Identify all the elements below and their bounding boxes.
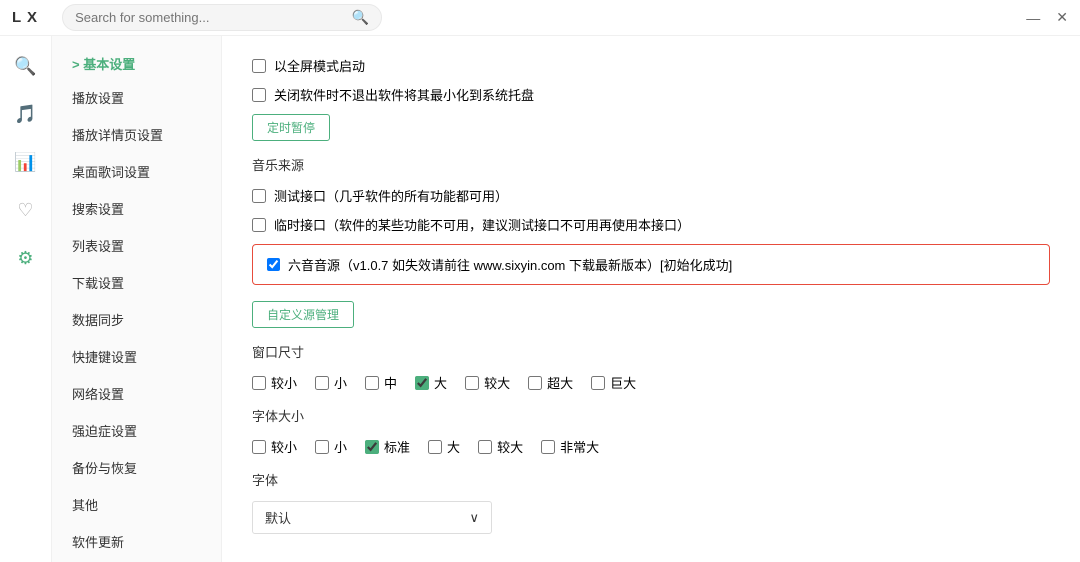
size-larger-label: 较大 [484,373,510,392]
source-sixyin-checkbox[interactable] [267,258,280,271]
font-size-group: 较小 小 标准 大 较大 非常大 [252,437,1050,456]
font-xlarge[interactable]: 非常大 [541,437,599,456]
nav-item-download[interactable]: 下载设置 [52,264,221,301]
nav-item-update[interactable]: 软件更新 [52,523,221,560]
font-large[interactable]: 大 [428,437,460,456]
size-smaller-label: 较小 [271,373,297,392]
font-smaller-label: 较小 [271,437,297,456]
size-xlarge[interactable]: 超大 [528,373,573,392]
fullscreen-row: 以全屏模式启动 [252,56,1050,75]
minimize-tray-label: 关闭软件时不退出软件将其最小化到系统托盘 [274,85,534,104]
timer-pause-button[interactable]: 定时暂停 [252,114,330,141]
size-smaller-checkbox[interactable] [252,376,266,390]
nav-item-playback[interactable]: 播放设置 [52,79,221,116]
source-temp-row: 临时接口（软件的某些功能不可用，建议测试接口不可用再使用本接口） [252,215,1050,234]
window-size-group: 较小 小 中 大 较大 超大 巨大 [252,373,1050,392]
font-large-label: 大 [447,437,460,456]
source-temp-checkbox[interactable] [252,218,266,232]
font-standard-label: 标准 [384,437,410,456]
font-xlarge-label: 非常大 [560,437,599,456]
chevron-down-icon: ∨ [469,510,479,526]
size-huge[interactable]: 巨大 [591,373,636,392]
sidebar-icon-music[interactable]: 🎵 [8,96,44,132]
main-layout: 🔍 🎵 📊 ♡ ⚙ > 基本设置 播放设置 播放详情页设置 桌面歌词设置 搜索设… [0,36,1080,562]
nav-item-desktop-lyrics[interactable]: 桌面歌词设置 [52,153,221,190]
source-test-checkbox[interactable] [252,189,266,203]
nav-item-ocd[interactable]: 强迫症设置 [52,412,221,449]
size-medium[interactable]: 中 [365,373,397,392]
search-icon[interactable]: 🔍 [352,9,369,26]
size-smaller[interactable]: 较小 [252,373,297,392]
search-input[interactable] [75,10,352,25]
font-small[interactable]: 小 [315,437,347,456]
size-larger-checkbox[interactable] [465,376,479,390]
section-fontsize-title: 字体大小 [252,406,1050,425]
app-logo: L X [12,9,38,26]
fullscreen-label: 以全屏模式启动 [274,56,365,75]
font-smaller-checkbox[interactable] [252,440,266,454]
size-huge-checkbox[interactable] [591,376,605,390]
font-larger[interactable]: 较大 [478,437,523,456]
font-select-row: 默认 ∨ [252,501,1050,534]
font-select-dropdown[interactable]: 默认 ∨ [252,501,492,534]
search-bar[interactable]: 🔍 [62,4,382,31]
font-large-checkbox[interactable] [428,440,442,454]
source-test-label: 测试接口（几乎软件的所有功能都可用） [274,186,508,205]
size-small-label: 小 [334,373,347,392]
source-temp-label: 临时接口（软件的某些功能不可用，建议测试接口不可用再使用本接口） [274,215,690,234]
size-small[interactable]: 小 [315,373,347,392]
nav-item-network[interactable]: 网络设置 [52,375,221,412]
font-larger-checkbox[interactable] [478,440,492,454]
font-smaller[interactable]: 较小 [252,437,297,456]
font-small-label: 小 [334,437,347,456]
size-small-checkbox[interactable] [315,376,329,390]
section-source-title: 音乐来源 [252,155,1050,174]
custom-source-button[interactable]: 自定义源管理 [252,301,354,328]
font-larger-label: 较大 [497,437,523,456]
size-large-label: 大 [434,373,447,392]
size-xlarge-label: 超大 [547,373,573,392]
nav-item-playback-detail[interactable]: 播放详情页设置 [52,116,221,153]
close-button[interactable]: ✕ [1056,9,1068,26]
size-large-checkbox[interactable] [415,376,429,390]
size-larger[interactable]: 较大 [465,373,510,392]
size-huge-label: 巨大 [610,373,636,392]
size-large[interactable]: 大 [415,373,447,392]
minimize-tray-checkbox[interactable] [252,88,266,102]
nav-item-backup[interactable]: 备份与恢复 [52,449,221,486]
font-select-value: 默认 [265,508,291,527]
minimize-button[interactable]: — [1026,10,1040,26]
size-medium-label: 中 [384,373,397,392]
sidebar-icon-favorite[interactable]: ♡ [8,192,44,228]
settings-content: 以全屏模式启动 关闭软件时不退出软件将其最小化到系统托盘 定时暂停 音乐来源 测… [222,36,1080,562]
title-bar-right: — ✕ [1026,9,1068,26]
font-standard-checkbox[interactable] [365,440,379,454]
section-font-title: 字体 [252,470,1050,489]
section-window-title: 窗口尺寸 [252,342,1050,361]
font-standard[interactable]: 标准 [365,437,410,456]
sidebar-icon-chart[interactable]: 📊 [8,144,44,180]
size-xlarge-checkbox[interactable] [528,376,542,390]
nav-item-data-sync[interactable]: 数据同步 [52,301,221,338]
minimize-tray-row: 关闭软件时不退出软件将其最小化到系统托盘 [252,85,1050,104]
title-bar-left: L X 🔍 [12,4,382,31]
font-xlarge-checkbox[interactable] [541,440,555,454]
title-bar: L X 🔍 — ✕ [0,0,1080,36]
source-sixyin-group: 六音音源（v1.0.7 如失效请前往 www.sixyin.com 下载最新版本… [252,244,1050,285]
source-sixyin-label: 六音音源（v1.0.7 如失效请前往 www.sixyin.com 下载最新版本… [288,255,732,274]
size-medium-checkbox[interactable] [365,376,379,390]
icon-sidebar: 🔍 🎵 📊 ♡ ⚙ [0,36,52,562]
nav-item-list-settings[interactable]: 列表设置 [52,227,221,264]
nav-item-other[interactable]: 其他 [52,486,221,523]
nav-item-search-settings[interactable]: 搜索设置 [52,190,221,227]
sidebar-icon-settings[interactable]: ⚙ [8,240,44,276]
sidebar-icon-search[interactable]: 🔍 [8,48,44,84]
font-small-checkbox[interactable] [315,440,329,454]
nav-item-shortcuts[interactable]: 快捷键设置 [52,338,221,375]
nav-sidebar: > 基本设置 播放设置 播放详情页设置 桌面歌词设置 搜索设置 列表设置 下载设… [52,36,222,562]
source-test-row: 测试接口（几乎软件的所有功能都可用） [252,186,1050,205]
fullscreen-checkbox[interactable] [252,59,266,73]
nav-section-header[interactable]: > 基本设置 [52,48,221,79]
